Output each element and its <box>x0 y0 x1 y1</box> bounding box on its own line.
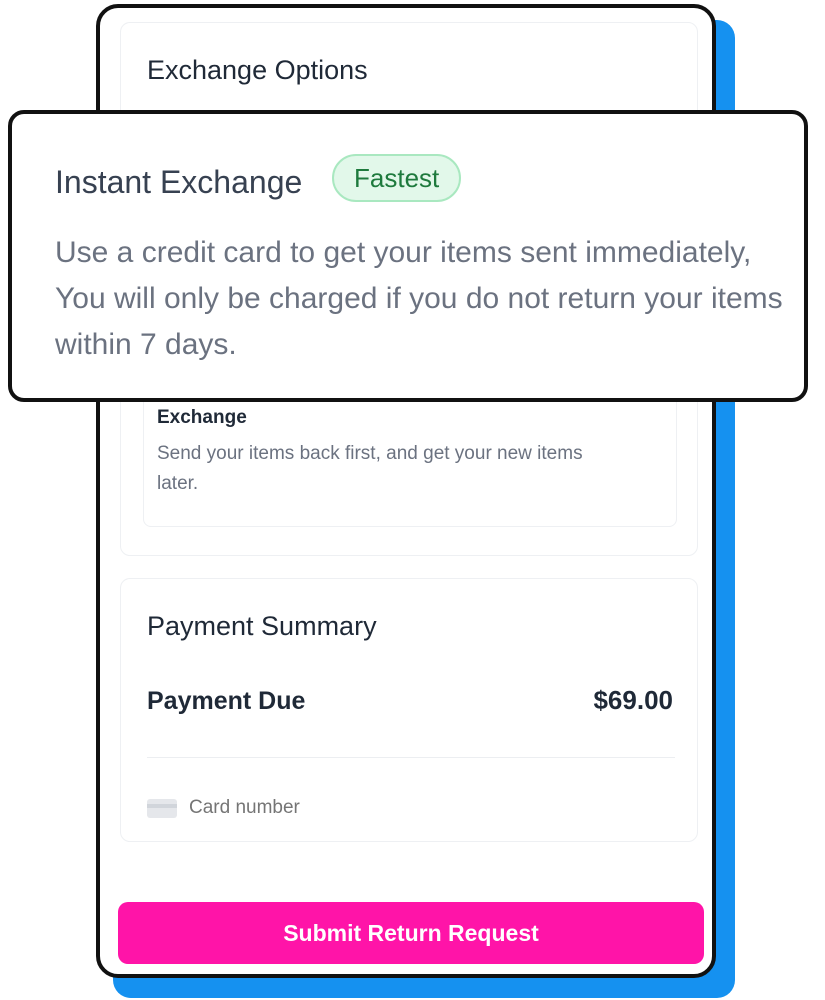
submit-return-request-button[interactable]: Submit Return Request <box>118 902 704 964</box>
payment-due-label: Payment Due <box>147 687 306 715</box>
instant-exchange-option[interactable]: Instant Exchange Fastest Use a credit ca… <box>8 110 808 402</box>
fastest-badge: Fastest <box>332 154 462 202</box>
card-number-row <box>147 795 489 821</box>
instant-exchange-title: Instant Exchange <box>55 164 303 200</box>
credit-card-icon <box>147 798 177 818</box>
standard-exchange-title: Exchange <box>157 407 247 428</box>
payment-due-amount: $69.00 <box>593 685 673 715</box>
card-number-input[interactable] <box>189 797 489 819</box>
payment-summary-title: Payment Summary <box>147 611 377 641</box>
payment-summary-card: Payment Summary Payment Due $69.00 <box>120 578 698 842</box>
exchange-options-title: Exchange Options <box>147 55 368 85</box>
instant-exchange-description: Use a credit card to get your items sent… <box>55 236 783 361</box>
summary-divider <box>147 757 675 758</box>
standard-exchange-description: Send your items back first, and get your… <box>157 443 583 494</box>
